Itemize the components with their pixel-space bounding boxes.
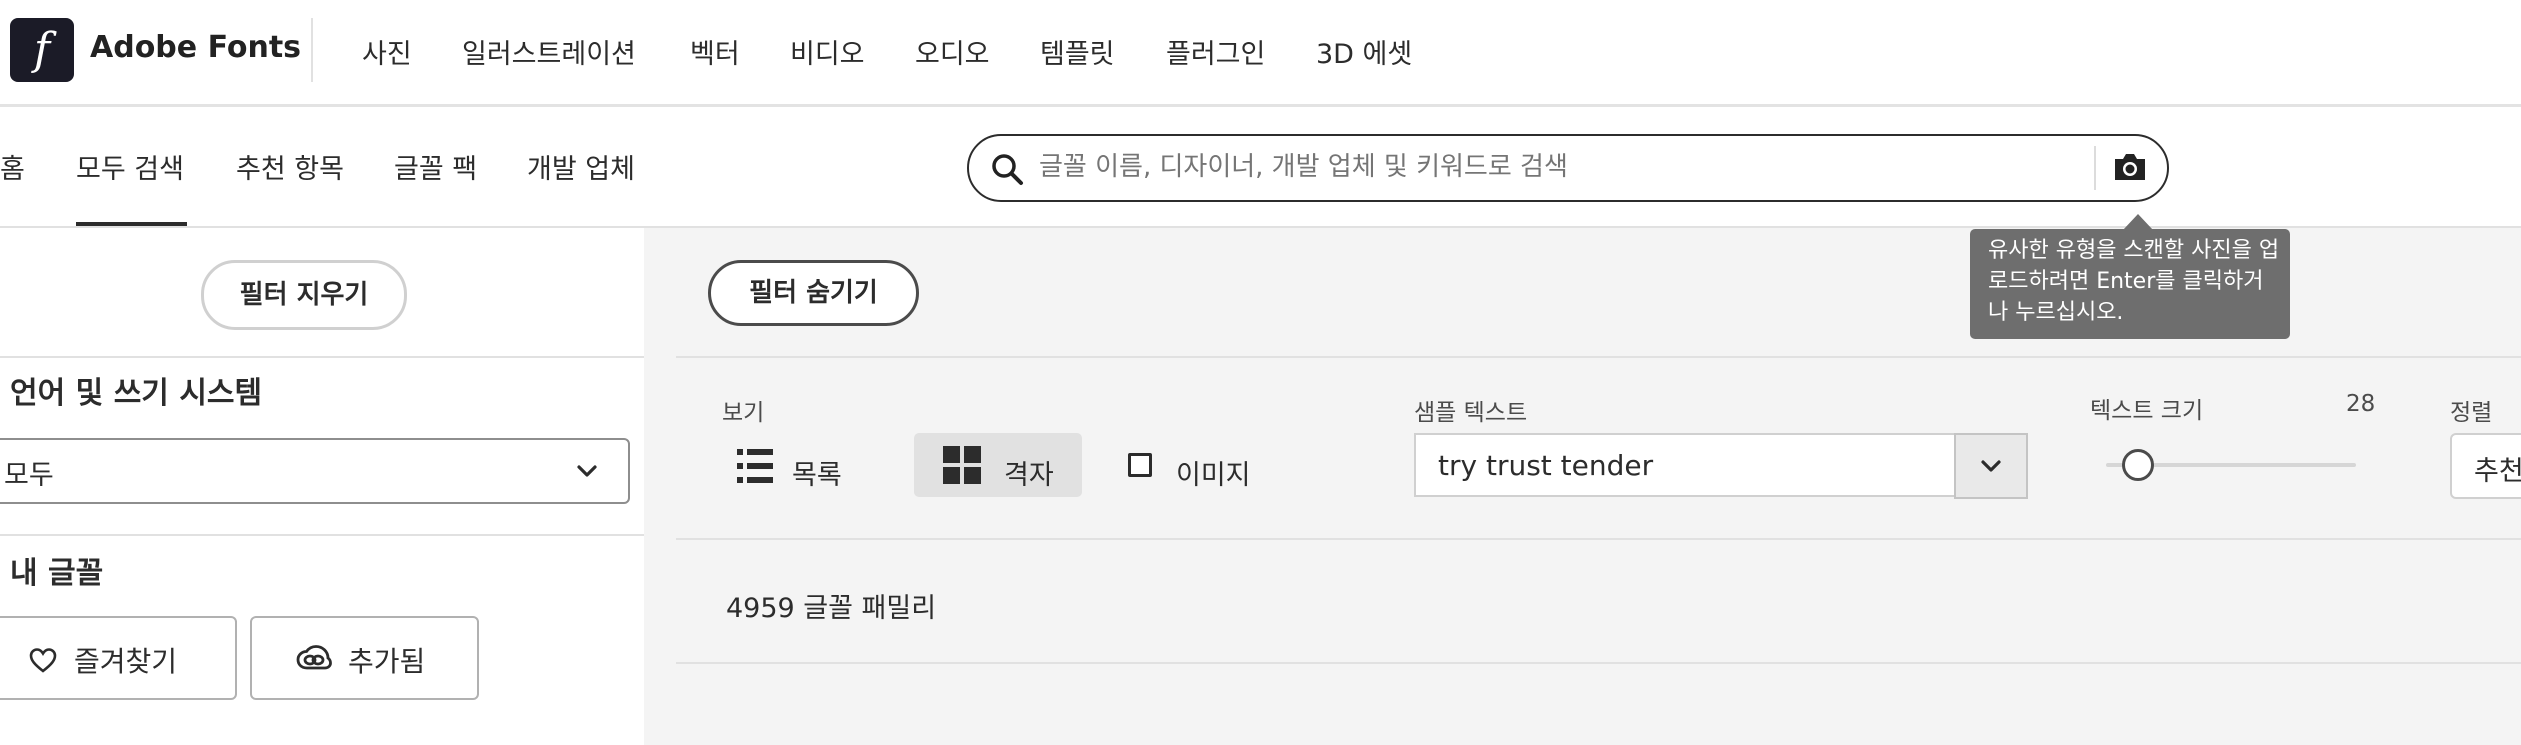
tab-font-packs[interactable]: 글꼴 팩 — [394, 147, 477, 186]
text-size-label: 텍스트 크기 — [2090, 398, 2204, 424]
top-nav-item-photos[interactable]: 사진 — [362, 32, 412, 71]
logo-letter: f — [33, 24, 51, 75]
search-divider — [2094, 146, 2096, 190]
top-nav-item-templates[interactable]: 템플릿 — [1040, 32, 1115, 71]
tab-foundries[interactable]: 개발 업체 — [527, 147, 635, 186]
text-size-slider-handle[interactable] — [2122, 449, 2154, 481]
camera-search-tooltip: 유사한 유형을 스캔할 사진을 업로드하려면 Enter를 클릭하거나 누르십시… — [1970, 229, 2290, 339]
tab-recommendations[interactable]: 추천 항목 — [236, 147, 344, 186]
added-label: 추가됨 — [348, 645, 426, 678]
favorites-label: 즐겨찾기 — [74, 645, 178, 678]
language-section-title: 언어 및 쓰기 시스템 — [10, 376, 263, 411]
sample-text-dropdown-button[interactable] — [1954, 433, 2028, 499]
filter-panel: 필터 지우기 언어 및 쓰기 시스템 모두 내 글꼴 즐겨찾기 추가됨 — [0, 228, 644, 745]
language-select-value: 모두 — [4, 460, 54, 491]
heart-icon — [28, 646, 58, 674]
clear-filters-button[interactable]: 필터 지우기 — [201, 260, 407, 330]
sample-text-label: 샘플 텍스트 — [1414, 400, 1528, 426]
sort-select-value: 추천 — [2474, 456, 2521, 487]
search-input[interactable] — [1029, 144, 2069, 190]
chevron-down-icon — [1978, 453, 2004, 479]
image-checkbox[interactable] — [1128, 453, 1152, 477]
secondary-navigation: 홈 모두 검색 추천 항목 글꼴 팩 개발 업체 — [0, 107, 2521, 228]
text-size-value: 28 — [2346, 391, 2376, 417]
sort-select[interactable]: 추천 — [2450, 433, 2521, 499]
favorites-button[interactable]: 즐겨찾기 — [0, 616, 237, 700]
results-count: 4959 글꼴 패밀리 — [726, 593, 937, 624]
divider — [676, 662, 2521, 664]
top-nav-item-vectors[interactable]: 벡터 — [690, 32, 740, 71]
sample-text-input[interactable]: try trust tender — [1414, 433, 2024, 497]
search-bar[interactable] — [967, 134, 2169, 202]
view-label: 보기 — [722, 400, 765, 426]
list-icon — [736, 447, 774, 485]
view-grid-label: 격자 — [1004, 460, 1054, 491]
brand-divider — [311, 18, 313, 82]
view-image-option[interactable]: 이미지 — [1126, 433, 1286, 495]
adobe-fonts-logo[interactable]: f — [10, 18, 74, 82]
top-nav-item-illustrations[interactable]: 일러스트레이션 — [462, 32, 636, 71]
language-select[interactable]: 모두 — [0, 438, 630, 504]
added-fonts-button[interactable]: 추가됨 — [250, 616, 479, 700]
search-icon[interactable] — [989, 151, 1025, 187]
active-tab-indicator — [76, 222, 187, 226]
brand-name[interactable]: Adobe Fonts — [90, 30, 301, 65]
top-navigation: f Adobe Fonts 사진 일러스트레이션 벡터 비디오 오디오 템플릿 … — [0, 0, 2521, 107]
chevron-down-icon — [574, 458, 600, 484]
divider — [0, 534, 644, 536]
sample-text-value: try trust tender — [1438, 449, 1654, 482]
view-grid-option[interactable]: 격자 — [914, 433, 1082, 497]
grid-icon — [942, 445, 982, 485]
view-image-label: 이미지 — [1176, 460, 1251, 491]
divider — [0, 356, 644, 358]
tab-home[interactable]: 홈 — [0, 147, 25, 186]
view-list-label: 목록 — [792, 460, 842, 491]
top-nav-item-3d-assets[interactable]: 3D 에셋 — [1316, 32, 1412, 71]
hide-filters-button[interactable]: 필터 숨기기 — [708, 260, 919, 326]
tab-browse-all[interactable]: 모두 검색 — [76, 147, 184, 186]
view-list-option[interactable]: 목록 — [724, 433, 874, 495]
tooltip-arrow — [2123, 214, 2153, 230]
camera-icon[interactable] — [2112, 150, 2148, 184]
my-fonts-section-title: 내 글꼴 — [10, 556, 104, 591]
top-nav-item-audio[interactable]: 오디오 — [915, 32, 990, 71]
sort-label: 정렬 — [2450, 400, 2493, 426]
top-nav-item-plugins[interactable]: 플러그인 — [1166, 32, 1265, 71]
top-nav-item-video[interactable]: 비디오 — [790, 32, 865, 71]
divider — [676, 356, 2521, 358]
creative-cloud-icon — [296, 644, 332, 674]
divider — [676, 538, 2521, 540]
